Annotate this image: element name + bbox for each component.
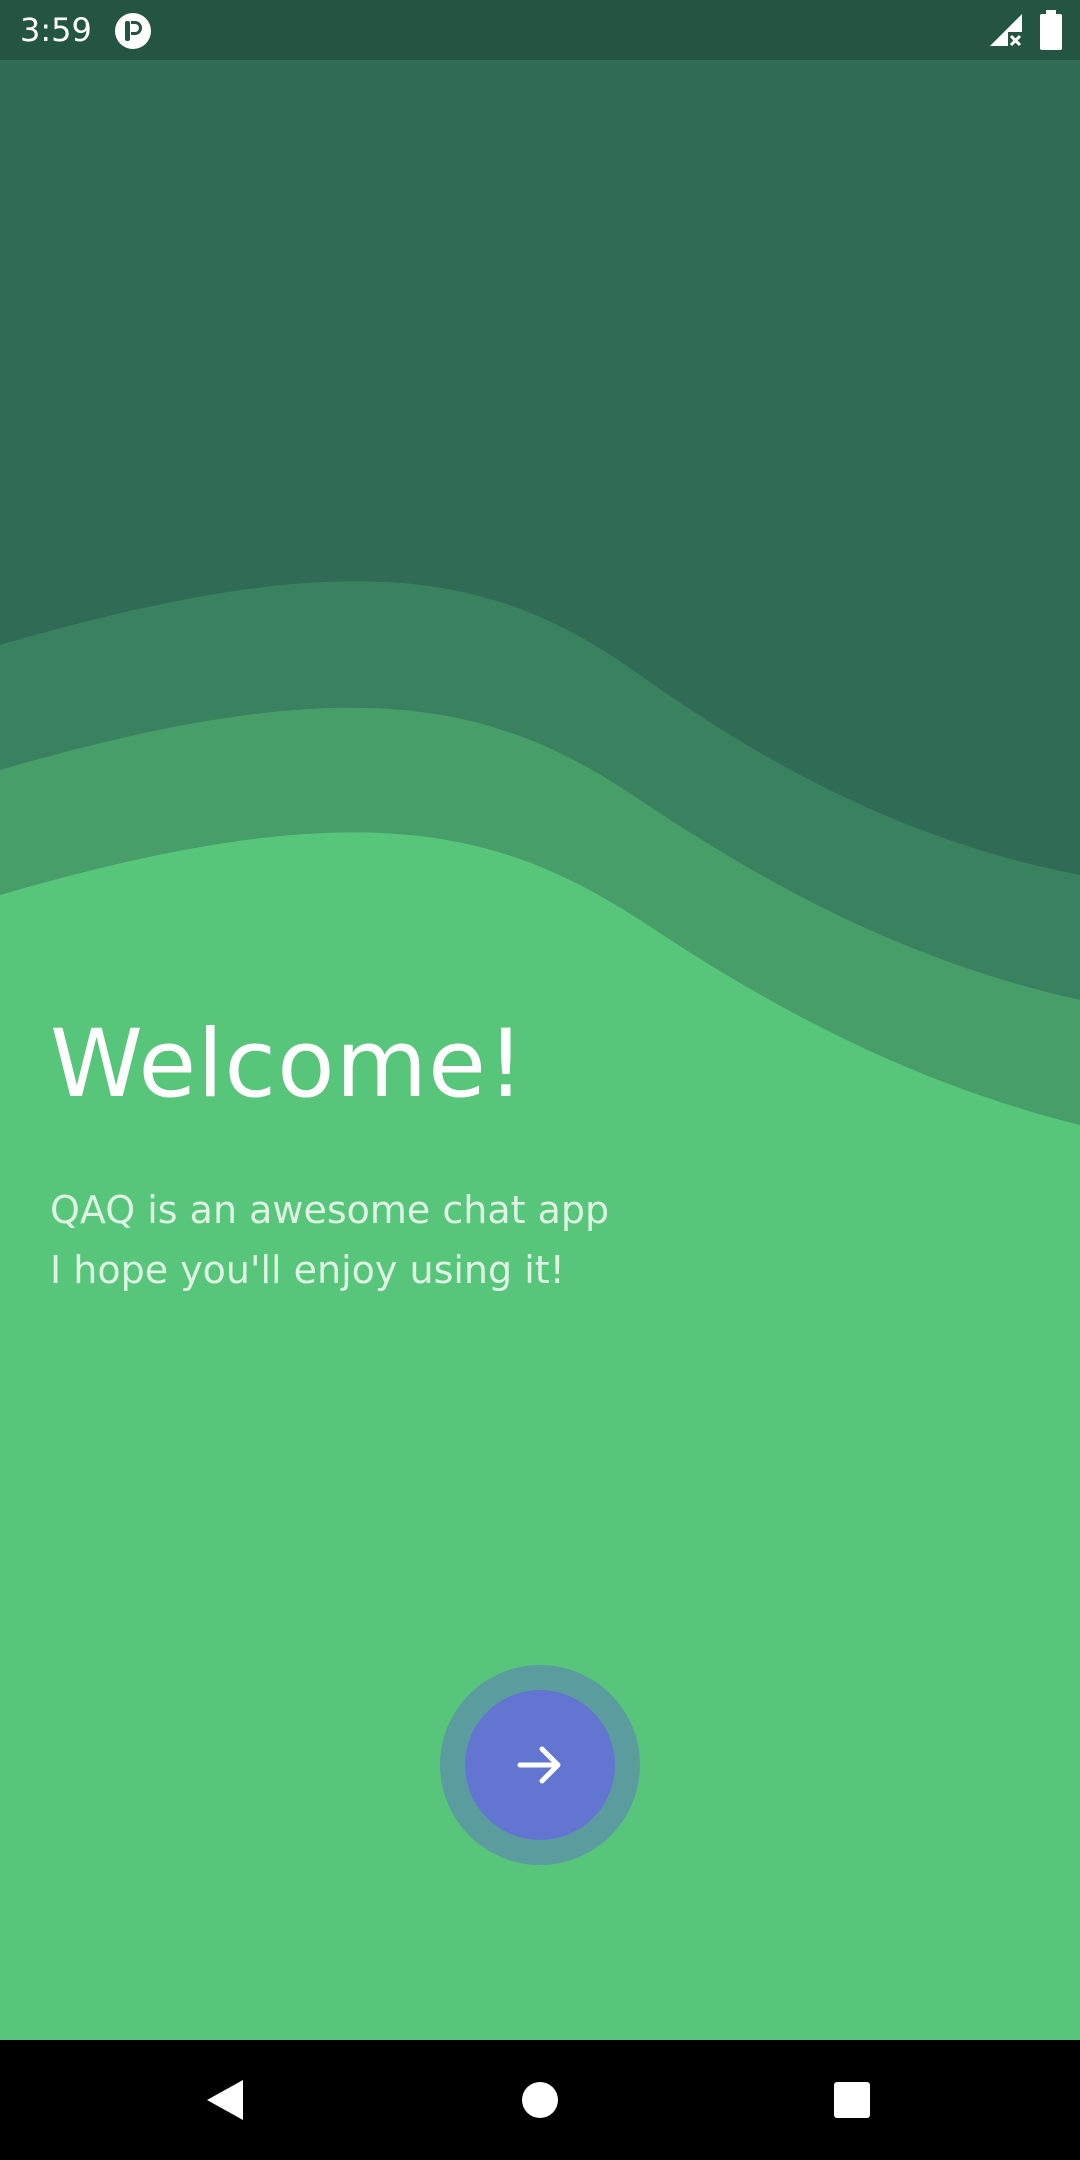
arrow-right-icon: [517, 1746, 561, 1784]
app-notification-icon: [115, 13, 151, 49]
welcome-content: Welcome! QAQ is an awesome chat app I ho…: [50, 1000, 1030, 1300]
back-triangle-icon[interactable]: [185, 2060, 265, 2140]
welcome-description-line-2: I hope you'll enjoy using it!: [50, 1248, 565, 1292]
status-time: 3:59: [20, 11, 92, 49]
navigation-bar: [0, 2040, 1080, 2160]
home-circle-icon[interactable]: [500, 2060, 580, 2140]
recents-square-icon[interactable]: [812, 2060, 892, 2140]
next-button-inner[interactable]: [465, 1690, 615, 1840]
status-bar: 3:59: [0, 0, 1080, 60]
battery-full-icon: [1040, 10, 1062, 50]
welcome-description-line-1: QAQ is an awesome chat app: [50, 1188, 610, 1232]
signal-no-service-icon: [990, 14, 1022, 47]
next-button[interactable]: [440, 1665, 640, 1865]
welcome-screen: 3:59 Welcome! QAQ is an awesome chat app…: [0, 0, 1080, 2160]
welcome-title: Welcome!: [50, 1010, 526, 1119]
